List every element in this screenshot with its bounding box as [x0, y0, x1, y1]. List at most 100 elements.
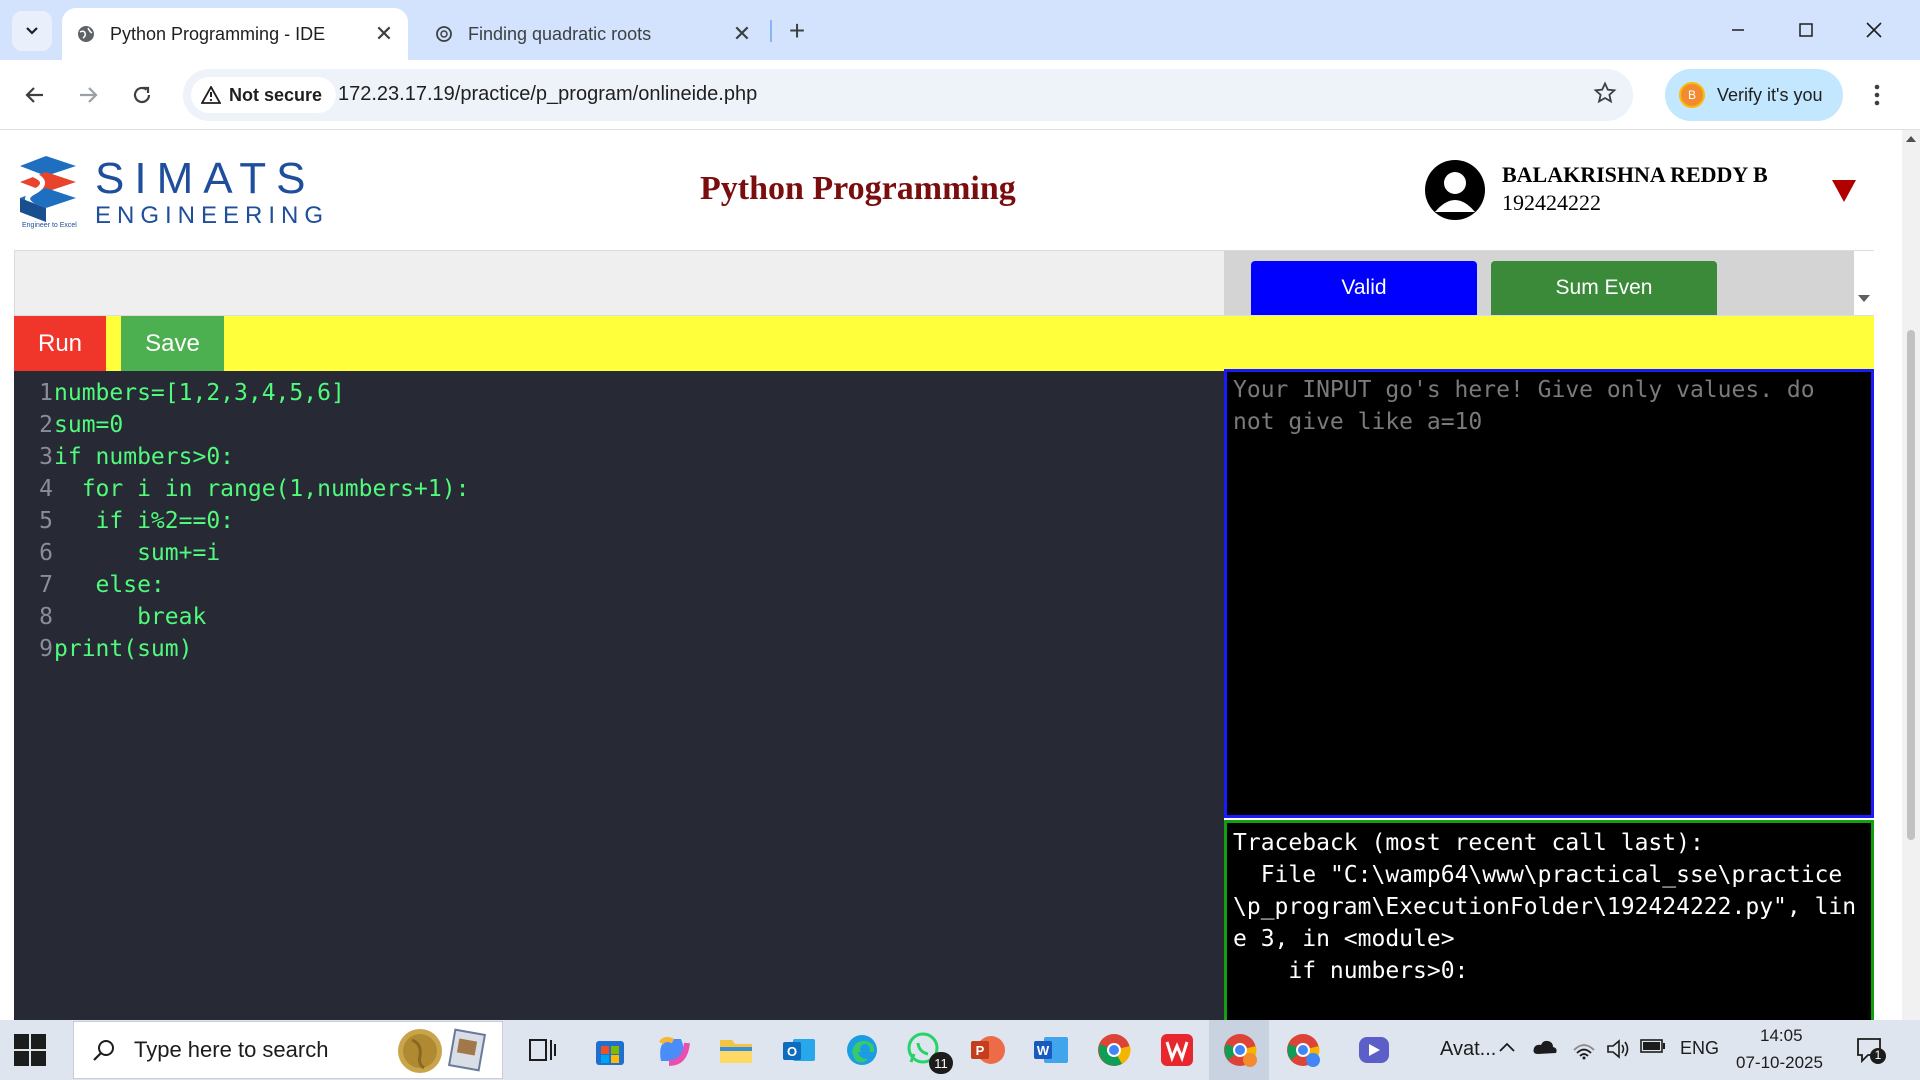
verify-label: Verify it's you [1717, 84, 1823, 105]
task-view-icon[interactable] [520, 1028, 564, 1072]
forward-arrow-icon[interactable] [68, 75, 108, 115]
back-arrow-icon[interactable] [15, 75, 55, 115]
user-id: 192424222 [1502, 190, 1601, 215]
maximize-icon[interactable] [1778, 10, 1834, 50]
svg-text:P: P [976, 1043, 985, 1058]
action-bar: Run Save [14, 316, 1874, 371]
word-icon[interactable]: W [1029, 1028, 1073, 1072]
notification-center-icon[interactable]: 1 [1856, 1036, 1886, 1064]
code-text[interactable]: sum=0 [54, 409, 123, 441]
code-line: 5 if i%2==0: [14, 505, 1224, 537]
scroll-up-arrow-icon[interactable] [1906, 136, 1916, 142]
question-sum-even-button[interactable]: Sum Even [1491, 261, 1717, 315]
clock-date[interactable]: 07-10-2025 [1736, 1053, 1823, 1073]
outlook-icon[interactable]: O [777, 1028, 821, 1072]
url-text[interactable]: 172.23.17.19/practice/p_program/onlineid… [338, 83, 757, 106]
user-menu-caret-icon[interactable] [1832, 180, 1856, 202]
volume-icon[interactable] [1606, 1038, 1630, 1065]
tab-search-button[interactable] [12, 11, 52, 51]
user-avatar-icon[interactable] [1425, 160, 1485, 220]
code-text[interactable]: if i%2==0: [54, 505, 234, 537]
code-line: 3 if numbers>0: [14, 441, 1224, 473]
security-label: Not secure [229, 84, 323, 105]
minimize-icon[interactable] [1710, 10, 1766, 50]
line-number: 4 [39, 476, 53, 502]
page-content: SIMATS ENGINEERING Engineer to Excel Pyt… [0, 130, 1902, 1020]
logo-text: SIMATS [95, 154, 316, 203]
code-editor[interactable]: 1 numbers=[1,2,3,4,5,6] 2 sum=0 3 if num… [14, 371, 1224, 1020]
profile-avatar: B [1679, 82, 1705, 108]
microsoft-store-icon[interactable] [588, 1028, 632, 1072]
program-input-field[interactable] [1227, 372, 1871, 815]
powerpoint-icon[interactable]: P [966, 1028, 1010, 1072]
scrollbar-thumb[interactable] [1907, 330, 1915, 840]
line-number: 9 [39, 636, 53, 662]
browser-tab-bar: Python Programming - IDE ✕ Finding quadr… [0, 0, 1920, 60]
edge-icon[interactable] [840, 1028, 884, 1072]
code-line: 9 print(sum) [14, 633, 1224, 665]
windows-start-icon[interactable] [14, 1034, 46, 1066]
search-icon [92, 1038, 116, 1062]
code-text[interactable]: if numbers>0: [54, 441, 234, 473]
bookmark-star-icon[interactable] [1593, 81, 1617, 110]
wps-office-icon[interactable] [1155, 1028, 1199, 1072]
save-button[interactable]: Save [121, 316, 224, 371]
reload-icon[interactable] [122, 75, 162, 115]
chrome-profile-b-icon[interactable] [1218, 1028, 1262, 1072]
copilot-icon[interactable] [651, 1028, 695, 1072]
zoom-avatar-app-icon[interactable] [1352, 1028, 1396, 1072]
code-text[interactable]: break [54, 601, 206, 633]
profile-verify-button[interactable]: B Verify it's you [1665, 69, 1843, 121]
tab-separator [770, 20, 772, 42]
code-text[interactable]: sum+=i [54, 537, 220, 569]
code-line: 7 else: [14, 569, 1224, 601]
logo-subtext: ENGINEERING [95, 202, 330, 229]
tab-python-ide[interactable]: Python Programming - IDE ✕ [62, 8, 408, 60]
more-options-icon[interactable] [1860, 75, 1894, 115]
onedrive-cloud-icon[interactable] [1532, 1038, 1558, 1061]
globe-icon [76, 24, 96, 44]
logo-tagline: Engineer to Excel [22, 222, 77, 229]
taskbar-search-box[interactable]: Type here to search [73, 1021, 503, 1079]
tab-title: Finding quadratic roots [468, 23, 652, 44]
tab-quadratic-roots[interactable]: Finding quadratic roots ✕ [420, 8, 766, 60]
clock-time[interactable]: 14:05 [1760, 1026, 1803, 1046]
code-text[interactable]: print(sum) [54, 633, 192, 665]
nobel-medal-search-highlight-icon [398, 1028, 487, 1073]
program-input-panel [1224, 369, 1874, 818]
question-bar-scrollbar[interactable] [1854, 251, 1874, 315]
simats-logo[interactable]: SIMATS ENGINEERING Engineer to Excel [12, 152, 323, 232]
page-scrollbar[interactable] [1902, 130, 1920, 1020]
svg-text:O: O [787, 1044, 797, 1059]
warning-icon [201, 86, 221, 104]
chevron-down-icon [26, 27, 38, 35]
battery-icon[interactable] [1640, 1038, 1666, 1059]
search-placeholder: Type here to search [134, 1037, 329, 1062]
avatar-app-label[interactable]: Avat... [1440, 1038, 1496, 1061]
line-number: 1 [39, 380, 53, 406]
question-valid-button[interactable]: Valid [1251, 261, 1477, 315]
close-icon[interactable]: ✕ [728, 20, 756, 48]
security-indicator[interactable]: Not secure [191, 77, 337, 113]
scroll-down-arrow-icon[interactable] [1858, 295, 1870, 302]
code-text[interactable]: numbers=[1,2,3,4,5,6] [54, 377, 345, 409]
chrome-profile-b2-icon[interactable] [1281, 1028, 1325, 1072]
line-number: 7 [39, 572, 53, 598]
wifi-icon[interactable] [1572, 1038, 1596, 1065]
new-tab-plus-icon[interactable]: + [780, 14, 814, 48]
file-explorer-icon[interactable] [714, 1028, 758, 1072]
chrome-icon[interactable] [1092, 1028, 1136, 1072]
input-language-indicator[interactable]: ENG [1680, 1038, 1719, 1059]
code-text[interactable]: for i in range(1,numbers+1): [54, 473, 470, 505]
code-text[interactable]: else: [54, 569, 165, 601]
address-bar[interactable]: Not secure 172.23.17.19/practice/p_progr… [183, 69, 1633, 121]
code-line: 1 numbers=[1,2,3,4,5,6] [14, 377, 1224, 409]
close-icon[interactable]: ✕ [370, 20, 398, 48]
page-title: Python Programming [700, 170, 1016, 207]
code-line: 8 break [14, 601, 1224, 633]
run-button[interactable]: Run [14, 316, 106, 371]
window-close-icon[interactable] [1846, 10, 1902, 50]
show-hidden-icons-chevron-icon[interactable] [1498, 1038, 1516, 1059]
code-line: 4 for i in range(1,numbers+1): [14, 473, 1224, 505]
line-number: 5 [39, 508, 53, 534]
